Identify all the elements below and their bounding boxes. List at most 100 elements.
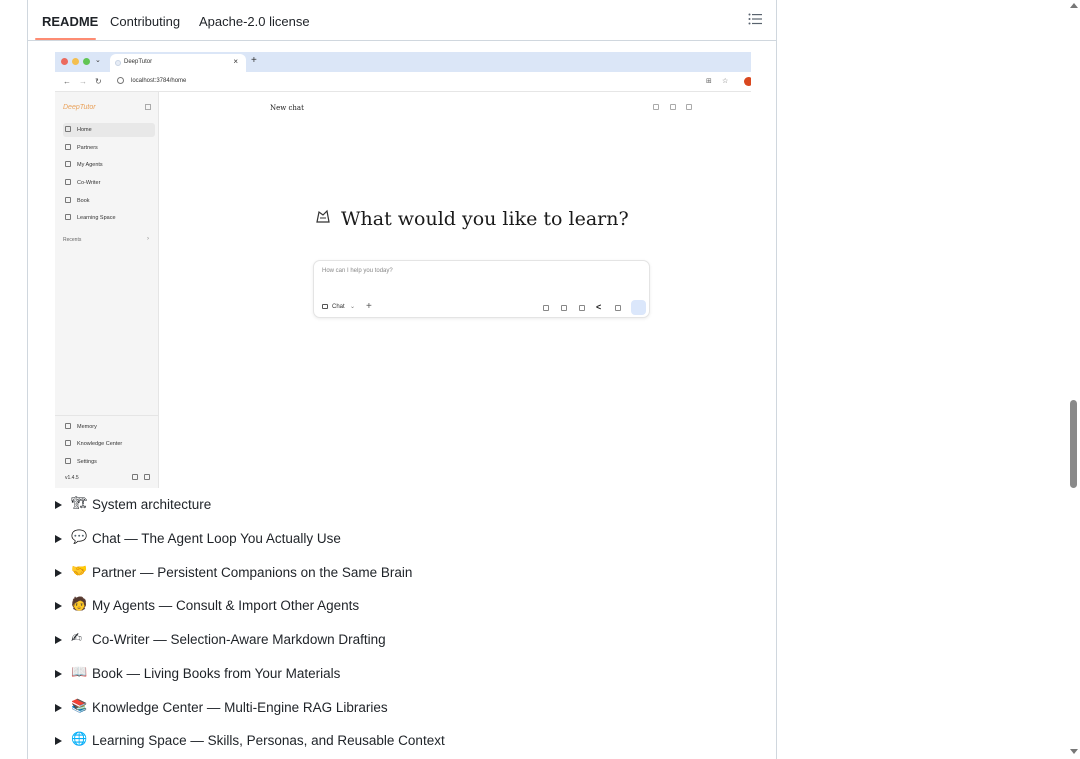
forward-icon: →	[79, 77, 87, 86]
active-tab-indicator	[35, 38, 96, 40]
list-icon[interactable]	[748, 13, 762, 25]
nav-item-settings: Settings	[63, 455, 155, 469]
browser-tab: DeepTutor ×	[110, 54, 246, 72]
app-sidebar: DeepTutor Home Partners My Agents Co-Wri…	[55, 92, 159, 488]
section-title: Chat — The Agent Loop You Actually Use	[92, 531, 341, 546]
new-tab-icon: +	[251, 55, 257, 66]
theme-icon	[144, 474, 150, 480]
tab-license[interactable]: Apache-2.0 license	[199, 14, 310, 29]
version-label: v1.4.5	[65, 475, 79, 481]
chat-bubble-icon	[322, 304, 328, 309]
disclosure-triangle-icon	[55, 704, 62, 712]
section-book[interactable]: 📖 Book — Living Books from Your Material…	[53, 664, 553, 688]
minimize-dot-icon	[72, 58, 79, 65]
back-icon: ←	[63, 77, 71, 86]
section-co-writer[interactable]: ✍ Co-Writer — Selection-Aware Markdown D…	[53, 630, 553, 654]
person-icon: 🧑	[71, 597, 88, 612]
vertical-scrollbar[interactable]	[1068, 0, 1080, 759]
share-icon: <	[596, 302, 602, 312]
reload-icon: ↻	[95, 77, 102, 86]
books-icon: 📚	[71, 699, 88, 714]
scrollbar-thumb[interactable]	[1070, 400, 1077, 488]
section-partner[interactable]: 🤝 Partner — Persistent Companions on the…	[53, 563, 553, 587]
book-open-icon	[65, 440, 71, 446]
chat-input-placeholder: How can I help you today?	[322, 268, 393, 274]
address-bar: ← → ↻ localhost:3784/home ⊞ ☆ ⋮	[55, 72, 751, 92]
nav-item-label: Knowledge Center	[77, 441, 123, 447]
docs-icon	[132, 474, 138, 480]
disclosure-triangle-icon	[55, 670, 62, 678]
nav-item-label: Settings	[77, 459, 97, 465]
close-dot-icon	[61, 58, 68, 65]
star-icon: ☆	[722, 78, 729, 85]
close-icon: ×	[233, 57, 238, 66]
brain-icon	[65, 423, 71, 429]
disclosure-triangle-icon	[55, 602, 62, 610]
nav-item-label: Book	[77, 198, 90, 204]
nav-item-co-writer: Co-Writer	[63, 176, 155, 190]
nav-item-knowledge-center: Knowledge Center	[63, 437, 155, 451]
recents-label: Recents	[63, 237, 82, 243]
speech-bubble-icon: 💬	[71, 530, 88, 545]
section-title: Co-Writer — Selection-Aware Markdown Dra…	[92, 632, 386, 647]
nav-item-label: Learning Space	[77, 215, 116, 221]
section-title: System architecture	[92, 497, 212, 512]
section-title: Partner — Persistent Companions on the S…	[92, 565, 413, 580]
section-title: Learning Space — Skills, Personas, and R…	[92, 733, 445, 748]
nav-item-label: Partners	[77, 145, 98, 151]
site-info-icon	[117, 77, 124, 84]
home-icon	[65, 126, 71, 132]
disclosure-triangle-icon	[55, 501, 62, 509]
bot-icon	[65, 161, 71, 167]
section-system-architecture[interactable]: 🏗 System architecture	[53, 495, 553, 519]
url-text: localhost:3784/home	[131, 78, 187, 84]
tutor-logo-icon	[316, 209, 330, 223]
handshake-icon: 🤝	[71, 564, 88, 579]
collapse-sidebar-icon	[145, 104, 151, 110]
tab-list-icon: ⌄	[95, 57, 101, 64]
scroll-down-arrow-icon[interactable]	[1070, 749, 1078, 754]
nav-item-learning-space: Learning Space	[63, 211, 155, 225]
maximize-dot-icon	[83, 58, 90, 65]
globe-icon: 🌐	[71, 732, 88, 747]
translate-icon: ⊞	[706, 78, 712, 85]
deeptutor-screenshot: ⌄ DeepTutor × + ← → ↻ localhost:3784/hom…	[55, 52, 751, 488]
history-icon	[653, 104, 659, 110]
scroll-up-arrow-icon[interactable]	[1070, 3, 1078, 8]
section-my-agents[interactable]: 🧑 My Agents — Consult & Import Other Age…	[53, 596, 553, 620]
image-icon	[561, 305, 567, 311]
nav-item-partners: Partners	[63, 141, 155, 155]
favicon-icon	[115, 60, 121, 66]
section-title: Book — Living Books from Your Materials	[92, 666, 341, 681]
disclosure-triangle-icon	[55, 737, 62, 745]
browser-tab-title: DeepTutor	[124, 59, 153, 65]
readme-panel: README Contributing Apache-2.0 license ⌄…	[27, 0, 777, 759]
readme-tabs: README Contributing Apache-2.0 license	[28, 0, 776, 41]
browser-tab-strip: ⌄ DeepTutor × +	[55, 52, 751, 72]
nav-item-book: Book	[63, 194, 155, 208]
agent-icon	[579, 305, 585, 311]
panel-icon	[686, 104, 692, 110]
chat-mode-selector: Chat	[332, 304, 345, 310]
chat-composer: How can I help you today? Chat ⌄ + <	[313, 260, 650, 318]
profile-avatar	[744, 77, 751, 86]
grid-icon	[65, 214, 71, 220]
nav-item-label: Home	[77, 127, 92, 133]
section-chat[interactable]: 💬 Chat — The Agent Loop You Actually Use	[53, 529, 553, 553]
writing-hand-icon: ✍	[71, 631, 82, 646]
heart-icon	[65, 144, 71, 150]
nav-item-label: Memory	[77, 424, 97, 430]
nav-item-memory: Memory	[63, 420, 155, 434]
page-title: New chat	[270, 104, 304, 112]
mic-icon	[615, 305, 621, 311]
download-icon	[670, 104, 676, 110]
disclosure-triangle-icon	[55, 569, 62, 577]
chevron-right-icon: ›	[147, 236, 149, 242]
section-learning-space[interactable]: 🌐 Learning Space — Skills, Personas, and…	[53, 731, 553, 755]
section-knowledge-center[interactable]: 📚 Knowledge Center — Multi-Engine RAG Li…	[53, 698, 553, 722]
nav-item-my-agents: My Agents	[63, 158, 155, 172]
tab-readme[interactable]: README	[42, 14, 98, 29]
nav-item-home: Home	[63, 123, 155, 137]
tab-contributing[interactable]: Contributing	[110, 14, 180, 29]
section-title: Knowledge Center — Multi-Engine RAG Libr…	[92, 700, 388, 715]
